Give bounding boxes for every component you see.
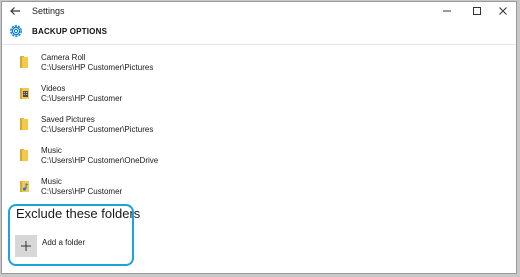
list-item[interactable]: Camera Roll C:\Users\HP Customer\Picture…: [2, 49, 516, 77]
folder-name: Music: [41, 177, 62, 186]
folder-path: C:\Users\HP Customer: [41, 94, 123, 103]
list-item[interactable]: Music C:\Users\HP Customer: [2, 173, 516, 201]
videos-folder-icon: [20, 88, 29, 99]
header-divider: [2, 44, 516, 45]
list-item[interactable]: Music C:\Users\HP Customer\OneDrive: [2, 142, 516, 170]
highlight-outline: [8, 204, 134, 266]
gear-icon: [10, 25, 22, 37]
page-header: BACKUP OPTIONS: [2, 20, 516, 44]
minimize-icon[interactable]: [440, 4, 454, 18]
music-folder-icon: [20, 181, 29, 192]
folder-name: Camera Roll: [41, 53, 86, 62]
folder-name: Music: [41, 146, 62, 155]
folder-name: Saved Pictures: [41, 115, 95, 124]
folder-icon: [20, 118, 28, 130]
folder-path: C:\Users\HP Customer\OneDrive: [41, 156, 159, 165]
window-title: Settings: [32, 6, 65, 16]
list-item[interactable]: Videos C:\Users\HP Customer: [2, 80, 516, 108]
list-item[interactable]: Saved Pictures C:\Users\HP Customer\Pict…: [2, 111, 516, 139]
title-bar: Settings: [2, 2, 516, 20]
folder-icon: [20, 149, 28, 161]
close-icon[interactable]: [496, 4, 510, 18]
folder-path: C:\Users\HP Customer: [41, 187, 123, 196]
folder-name: Videos: [41, 84, 66, 93]
back-arrow-icon[interactable]: [8, 4, 22, 18]
settings-window: Settings BACKUP OPTIONS Camera Roll C:\U…: [1, 1, 517, 274]
maximize-icon[interactable]: [470, 4, 484, 18]
page-title: BACKUP OPTIONS: [32, 27, 108, 36]
folder-icon: [20, 56, 28, 68]
folder-path: C:\Users\HP Customer\Pictures: [41, 125, 154, 134]
folder-path: C:\Users\HP Customer\Pictures: [41, 63, 154, 72]
